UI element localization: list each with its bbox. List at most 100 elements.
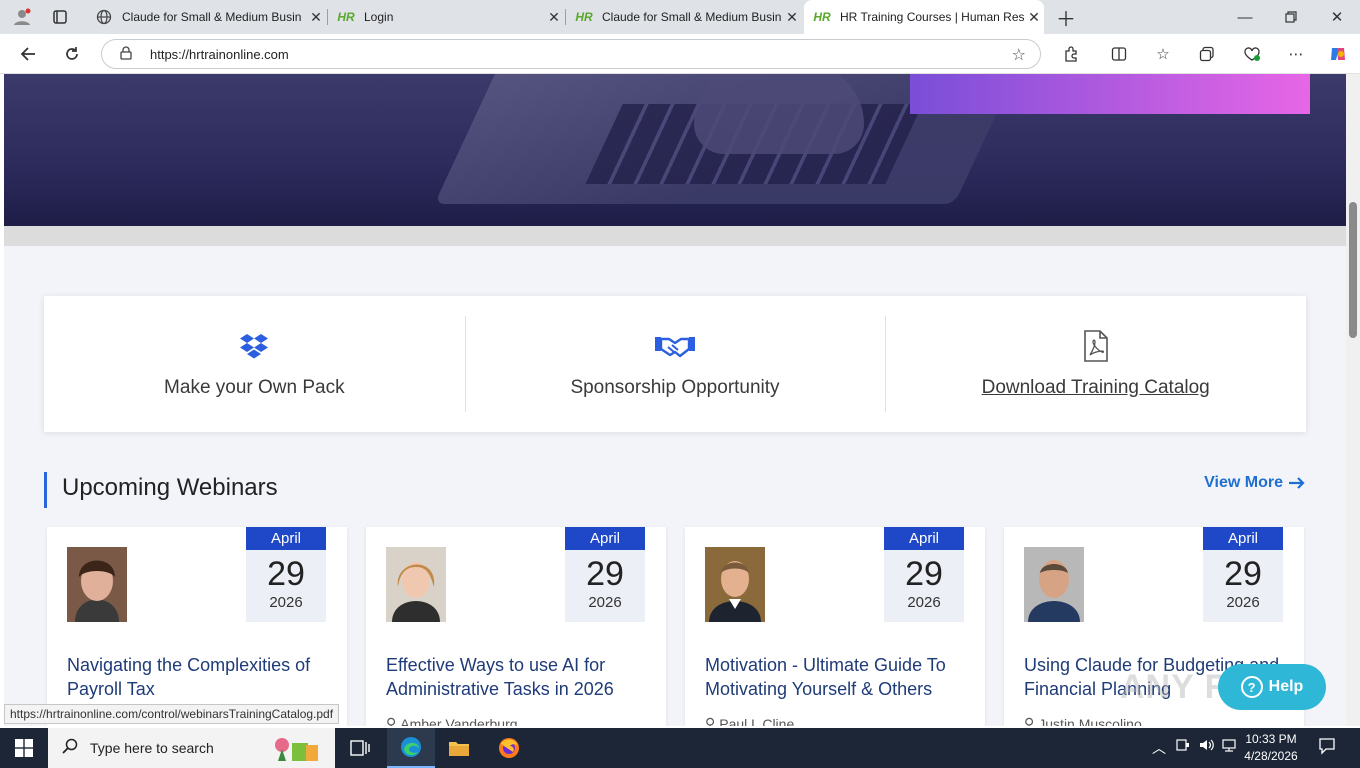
close-tab-icon[interactable]: ✕	[782, 9, 802, 26]
webinars-section-header: Upcoming Webinars View More	[44, 470, 1306, 510]
section-title: Upcoming Webinars	[62, 474, 278, 501]
feature-download-catalog[interactable]: Download Training Catalog	[885, 296, 1306, 432]
webinar-author: ⚲ Paul L Cline	[705, 715, 794, 726]
search-highlight-image	[270, 733, 322, 768]
date-year: 2026	[1226, 594, 1260, 611]
taskbar-clock[interactable]: 10:33 PM 4/28/2026	[1238, 731, 1304, 765]
profile-avatar-icon[interactable]	[9, 5, 35, 29]
hand-image	[694, 74, 864, 154]
webinar-date-badge: April 29 2026	[565, 527, 645, 622]
pdf-icon	[1083, 329, 1109, 363]
webinar-title-link[interactable]: Navigating the Complexities of Payroll T…	[67, 653, 337, 701]
notifications-icon[interactable]	[1318, 737, 1336, 758]
location-pin-icon: ⚲	[386, 715, 397, 726]
feature-sponsorship[interactable]: Sponsorship Opportunity	[464, 296, 886, 432]
webinar-date-badge: April 29 2026	[884, 527, 964, 622]
hr-logo-icon: HR	[813, 10, 831, 24]
arrow-right-icon	[1289, 477, 1305, 489]
windows-taskbar: Type here to search ︿ 10:33 PM 4/28/2026	[0, 728, 1360, 768]
author-name: Amber Vanderburg	[400, 715, 518, 727]
feature-make-own-pack[interactable]: Make your Own Pack	[44, 296, 465, 432]
webinar-card[interactable]: April 29 2026 Motivation - Ultimate Guid…	[685, 527, 985, 726]
globe-icon	[94, 9, 114, 25]
feature-label: Sponsorship Opportunity	[570, 377, 780, 398]
handshake-icon	[654, 329, 696, 363]
browser-toolbar: https://hrtrainonline.com ☆ ☆ ⋯	[0, 34, 1360, 74]
help-button[interactable]: ? Help	[1218, 664, 1326, 710]
dropbox-icon	[239, 329, 269, 363]
view-more-link[interactable]: View More	[1204, 474, 1306, 492]
location-pin-icon: ⚲	[1024, 715, 1035, 726]
webinar-author: ⚲ Justin Muscolino	[1024, 715, 1142, 726]
site-info-icon[interactable]	[120, 45, 134, 63]
webinar-card[interactable]: April 29 2026 Navigating the Complexitie…	[47, 527, 347, 726]
hr-logo-icon: HR	[575, 10, 593, 24]
download-catalog-link[interactable]: Download Training Catalog	[982, 377, 1210, 399]
copilot-icon[interactable]	[1326, 43, 1350, 65]
split-screen-icon[interactable]	[1107, 43, 1131, 65]
webinar-date-badge: April 29 2026	[1203, 527, 1283, 622]
speaker-photo	[67, 547, 127, 622]
favorites-icon[interactable]: ☆	[1151, 43, 1175, 65]
firefox-icon[interactable]	[485, 728, 533, 768]
webinar-title-link[interactable]: Motivation - Ultimate Guide To Motivatin…	[705, 653, 975, 701]
extensions-icon[interactable]	[1059, 43, 1083, 65]
minimize-icon[interactable]: —	[1232, 5, 1258, 29]
close-window-icon[interactable]: ✕	[1324, 5, 1350, 29]
volume-icon[interactable]	[1199, 738, 1215, 755]
clock-time: 10:33 PM	[1245, 732, 1297, 746]
webinar-title-link[interactable]: Effective Ways to use AI for Administrat…	[386, 653, 656, 701]
windows-start-icon[interactable]	[0, 728, 48, 768]
collections-icon[interactable]	[1195, 43, 1219, 65]
refresh-icon[interactable]	[59, 42, 85, 66]
search-icon	[62, 738, 78, 759]
promo-banner[interactable]	[910, 74, 1310, 114]
device-icon[interactable]	[1176, 738, 1190, 755]
feature-label: Make your Own Pack	[164, 377, 345, 398]
speaker-photo	[386, 547, 446, 622]
favorite-star-icon[interactable]: ☆	[1012, 45, 1026, 65]
status-bar-url: https://hrtrainonline.com/control/webina…	[4, 704, 340, 724]
clock-date: 4/28/2026	[1244, 749, 1298, 763]
close-tab-icon[interactable]: ✕	[544, 9, 564, 26]
address-bar[interactable]: https://hrtrainonline.com ☆	[101, 39, 1041, 69]
date-year: 2026	[269, 594, 303, 611]
network-icon[interactable]	[1222, 738, 1236, 755]
new-tab-icon[interactable]: ＋	[1053, 5, 1079, 31]
close-tab-icon[interactable]: ✕	[306, 9, 326, 26]
taskbar-search-box[interactable]: Type here to search	[48, 728, 335, 768]
browser-essentials-icon[interactable]	[1240, 43, 1264, 65]
scrollbar-thumb[interactable]	[1349, 202, 1357, 338]
task-view-icon[interactable]	[336, 728, 384, 768]
tab-login[interactable]: HR Login ✕	[328, 0, 564, 34]
tab-claude-smb-1[interactable]: Claude for Small & Medium Busin ✕	[86, 0, 326, 34]
browser-tab-strip: Claude for Small & Medium Busin ✕ HR Log…	[0, 0, 1360, 34]
author-name: Paul L Cline	[719, 715, 795, 727]
close-tab-icon[interactable]: ✕	[1024, 9, 1044, 26]
page-viewport: Make your Own Pack Sponsorship Opportuni…	[4, 74, 1346, 726]
show-hidden-icons-icon[interactable]: ︿	[1152, 738, 1166, 758]
edge-taskbar-icon[interactable]	[387, 728, 435, 768]
date-month: April	[884, 527, 964, 550]
tab-title: Claude for Small & Medium Busin	[122, 10, 302, 24]
date-year: 2026	[588, 594, 622, 611]
webinar-card[interactable]: April 29 2026 Effective Ways to use AI f…	[366, 527, 666, 726]
more-options-icon[interactable]: ⋯	[1284, 43, 1308, 65]
tab-claude-smb-2[interactable]: HR Claude for Small & Medium Busin ✕	[566, 0, 802, 34]
file-explorer-icon[interactable]	[435, 728, 483, 768]
feature-links: Make your Own Pack Sponsorship Opportuni…	[44, 296, 1306, 432]
page-scrollbar[interactable]	[1346, 74, 1360, 726]
date-day: 29	[905, 555, 943, 593]
help-question-icon: ?	[1240, 676, 1263, 698]
date-month: April	[565, 527, 645, 550]
back-arrow-icon[interactable]	[15, 42, 41, 66]
url-text[interactable]: https://hrtrainonline.com	[150, 47, 289, 62]
hr-logo-icon: HR	[337, 10, 355, 24]
tab-actions-icon[interactable]	[47, 5, 73, 29]
restore-icon[interactable]	[1278, 5, 1304, 29]
tab-title: Login	[364, 10, 394, 24]
tab-title: Claude for Small & Medium Busin	[602, 10, 782, 24]
tab-hr-training-courses[interactable]: HR HR Training Courses | Human Res ✕	[804, 0, 1044, 34]
tab-title: HR Training Courses | Human Res	[840, 10, 1024, 24]
help-label: Help	[1268, 678, 1304, 695]
